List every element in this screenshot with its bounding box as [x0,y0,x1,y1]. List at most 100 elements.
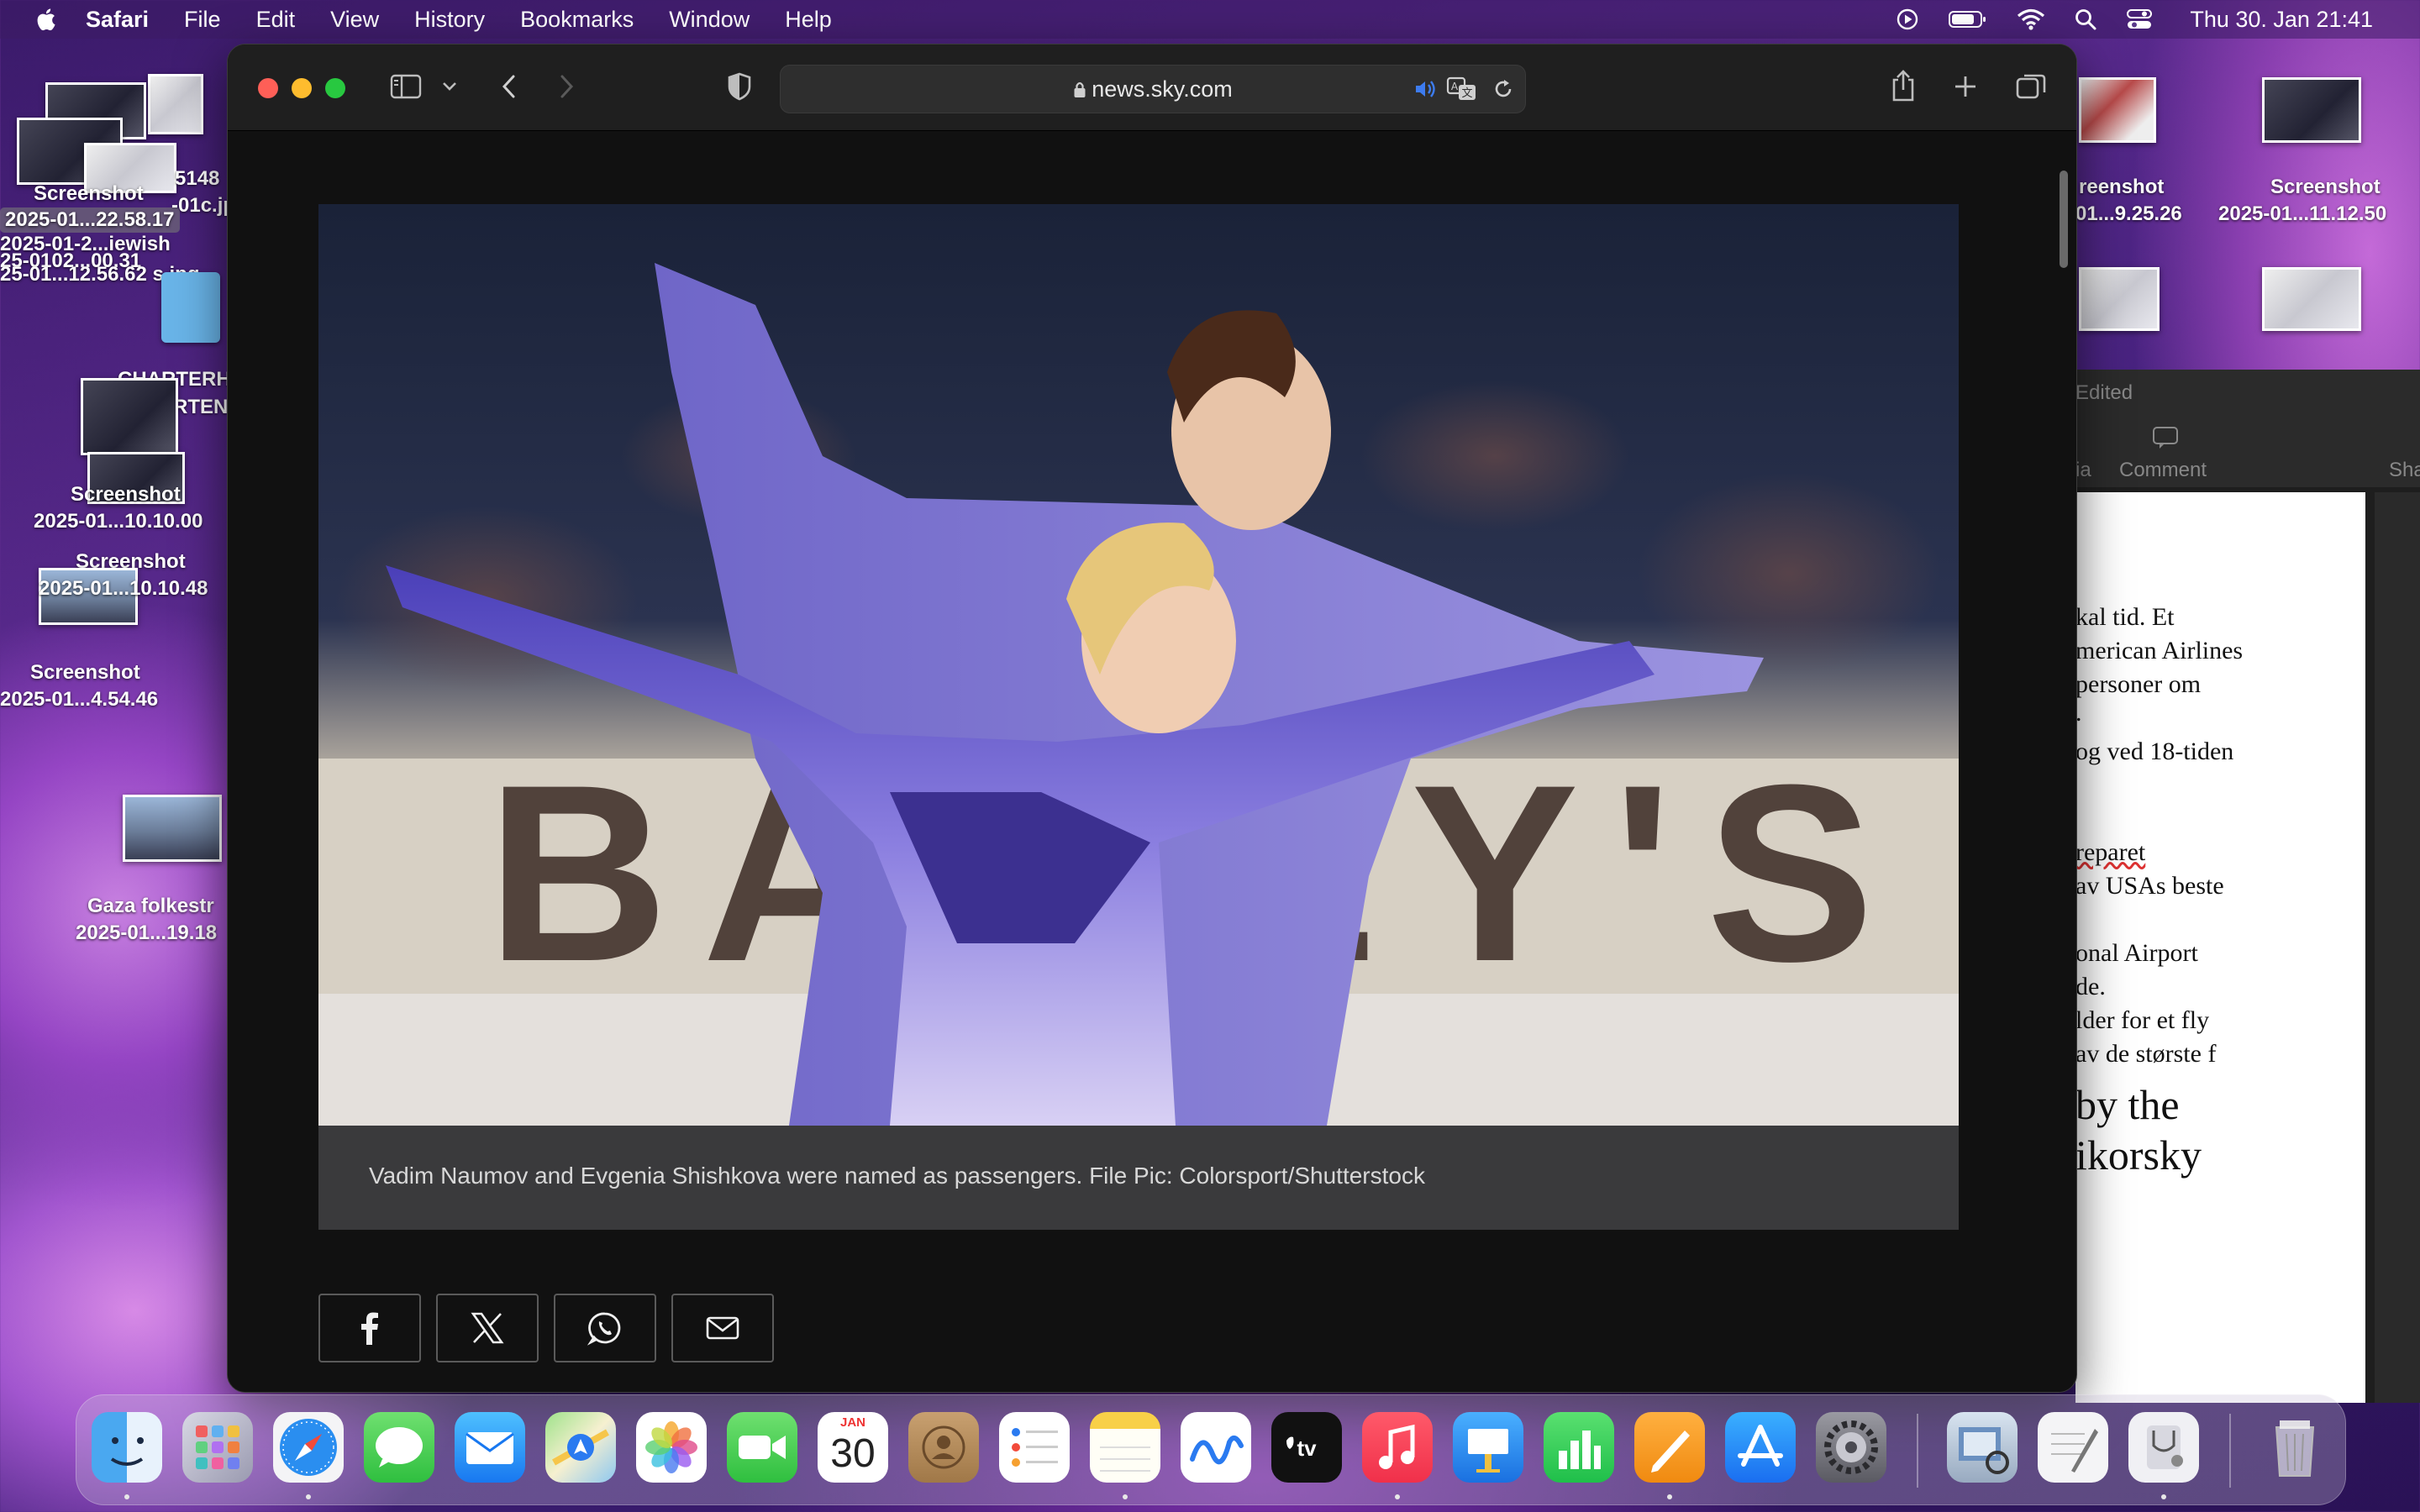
share-whatsapp-button[interactable] [554,1294,656,1362]
dock-facetime[interactable] [727,1412,797,1483]
desktop-file-label[interactable]: 01...9.25.26 [2075,202,2182,227]
doc-line: kal tid. Et [2075,603,2175,631]
menu-bookmarks[interactable]: Bookmarks [520,7,634,33]
desktop-file-label[interactable]: 2025-01...10.10.00 [34,509,203,534]
desktop-file-label[interactable]: Screenshot [34,181,144,207]
desktop-file-thumbnail[interactable] [2079,267,2160,331]
dock-messages[interactable] [364,1412,434,1483]
dock-app-store[interactable] [1725,1412,1796,1483]
dock-safari[interactable] [273,1412,344,1483]
desktop-file-label[interactable]: RTEN [173,395,228,420]
battery-icon[interactable] [1948,8,1988,30]
desktop-file-thumbnail[interactable] [2262,77,2361,143]
share-label[interactable]: Sha [2389,459,2420,482]
doc-line: av de største f [2075,1040,2217,1068]
zoom-window-button[interactable] [325,78,345,98]
now-playing-icon[interactable] [1896,8,1919,31]
desktop-file-label[interactable]: reenshot [2079,175,2164,200]
dock-notes[interactable] [1090,1412,1160,1483]
chevron-down-icon[interactable] [441,80,458,93]
dock-mail[interactable] [455,1412,525,1483]
translate-icon[interactable]: 文A [1446,76,1478,102]
desktop-file-thumbnail[interactable] [2262,267,2361,331]
dock-numbers[interactable] [1544,1412,1614,1483]
dock-reminders[interactable] [999,1412,1070,1483]
dock-freeform[interactable] [1181,1412,1251,1483]
dock-trash[interactable] [2260,1412,2330,1483]
scrollbar-thumb[interactable] [2060,171,2068,268]
tab-overview-icon[interactable] [2014,70,2048,103]
desktop-file-thumbnail[interactable] [123,795,222,862]
forward-button-icon[interactable] [554,70,579,103]
back-button-icon[interactable] [497,70,522,103]
dock-textedit[interactable] [2038,1412,2108,1483]
app-store-icon [1738,1425,1783,1467]
sidebar-toggle-icon[interactable] [389,70,423,103]
dock-preview[interactable] [1947,1412,2018,1483]
dock-music[interactable] [1362,1412,1433,1483]
music-icon [1379,1424,1415,1469]
desktop-file-thumbnail[interactable] [81,378,178,455]
desktop-file-label[interactable]: Screenshot [30,660,140,685]
menu-edit[interactable]: Edit [256,7,296,33]
running-indicator [1395,1494,1400,1499]
dock-launchpad[interactable] [182,1412,253,1483]
desktop-file-thumbnail[interactable] [2079,77,2156,143]
comment-label[interactable]: Comment [2119,459,2207,482]
dock-maps[interactable] [545,1412,616,1483]
gear-icon [1824,1420,1878,1474]
wifi-icon[interactable] [2017,8,2045,31]
share-x-button[interactable] [436,1294,539,1362]
desktop-file-label[interactable]: Gaza folkestr [87,894,214,919]
dock-contacts[interactable] [908,1412,979,1483]
menu-window[interactable]: Window [669,7,750,33]
menu-clock[interactable]: Thu 30. Jan 21:41 [2190,7,2373,33]
desktop-file-label[interactable]: 5148 [175,166,219,192]
pages-document[interactable]: kal tid. Et merican Airlines personer om… [2075,492,2365,1403]
desktop-file-label[interactable]: 2025-01...19.18 [76,921,217,946]
dock-finder[interactable] [92,1412,162,1483]
desktop-file-label[interactable]: 2025-01...11.12.50 [2218,202,2386,227]
dock-keynote[interactable] [1453,1412,1523,1483]
desktop-file-thumbnail[interactable] [148,74,203,134]
desktop-folder-icon[interactable] [161,272,220,343]
edited-status: Edited [2075,381,2133,404]
menu-view[interactable]: View [330,7,379,33]
article-photo[interactable]: BAILEY'S [318,204,1959,1126]
apple-icon[interactable] [34,7,57,32]
share-facebook-button[interactable] [318,1294,421,1362]
dock-tv[interactable]: tv [1271,1412,1342,1483]
dock-disk-utility[interactable] [2128,1412,2199,1483]
privacy-shield-icon[interactable] [725,70,754,103]
desktop-file-label[interactable]: Screenshot [71,482,181,507]
textedit-icon [2051,1429,2098,1473]
menu-help[interactable]: Help [785,7,832,33]
pages-icon [1651,1431,1690,1473]
figure-skaters-image: BAILEY'S [318,204,1959,1126]
spotlight-search-icon[interactable] [2074,8,2097,31]
desktop-file-label[interactable]: Screenshot [2270,175,2381,200]
minimize-window-button[interactable] [292,78,312,98]
desktop-file-label[interactable]: 2025-01...4.54.46 [0,687,158,712]
dock-pages[interactable] [1634,1412,1705,1483]
media-label[interactable]: ia [2075,459,2091,482]
desktop-file-label[interactable]: 2025-01...10.10.48 [39,576,208,601]
menu-file[interactable]: File [184,7,221,33]
comment-icon[interactable] [2151,425,2180,450]
messages-icon [376,1427,423,1467]
close-window-button[interactable] [258,78,278,98]
menu-history[interactable]: History [414,7,485,33]
control-center-icon[interactable] [2126,8,2153,31]
audio-playing-icon[interactable] [1413,77,1438,101]
running-indicator [1123,1494,1128,1499]
menu-app-name[interactable]: Safari [86,7,149,33]
new-tab-icon[interactable] [1952,70,1979,103]
dock-photos[interactable] [636,1412,707,1483]
desktop-file-label[interactable]: 2025-01...22.58.17 [0,207,180,233]
share-email-button[interactable] [671,1294,774,1362]
address-bar[interactable]: news.sky.com 文A [780,65,1526,113]
dock-calendar[interactable]: JAN 30 [818,1412,888,1483]
share-icon[interactable] [1890,68,1917,103]
dock-system-settings[interactable] [1816,1412,1886,1483]
reload-icon[interactable] [1491,77,1515,101]
